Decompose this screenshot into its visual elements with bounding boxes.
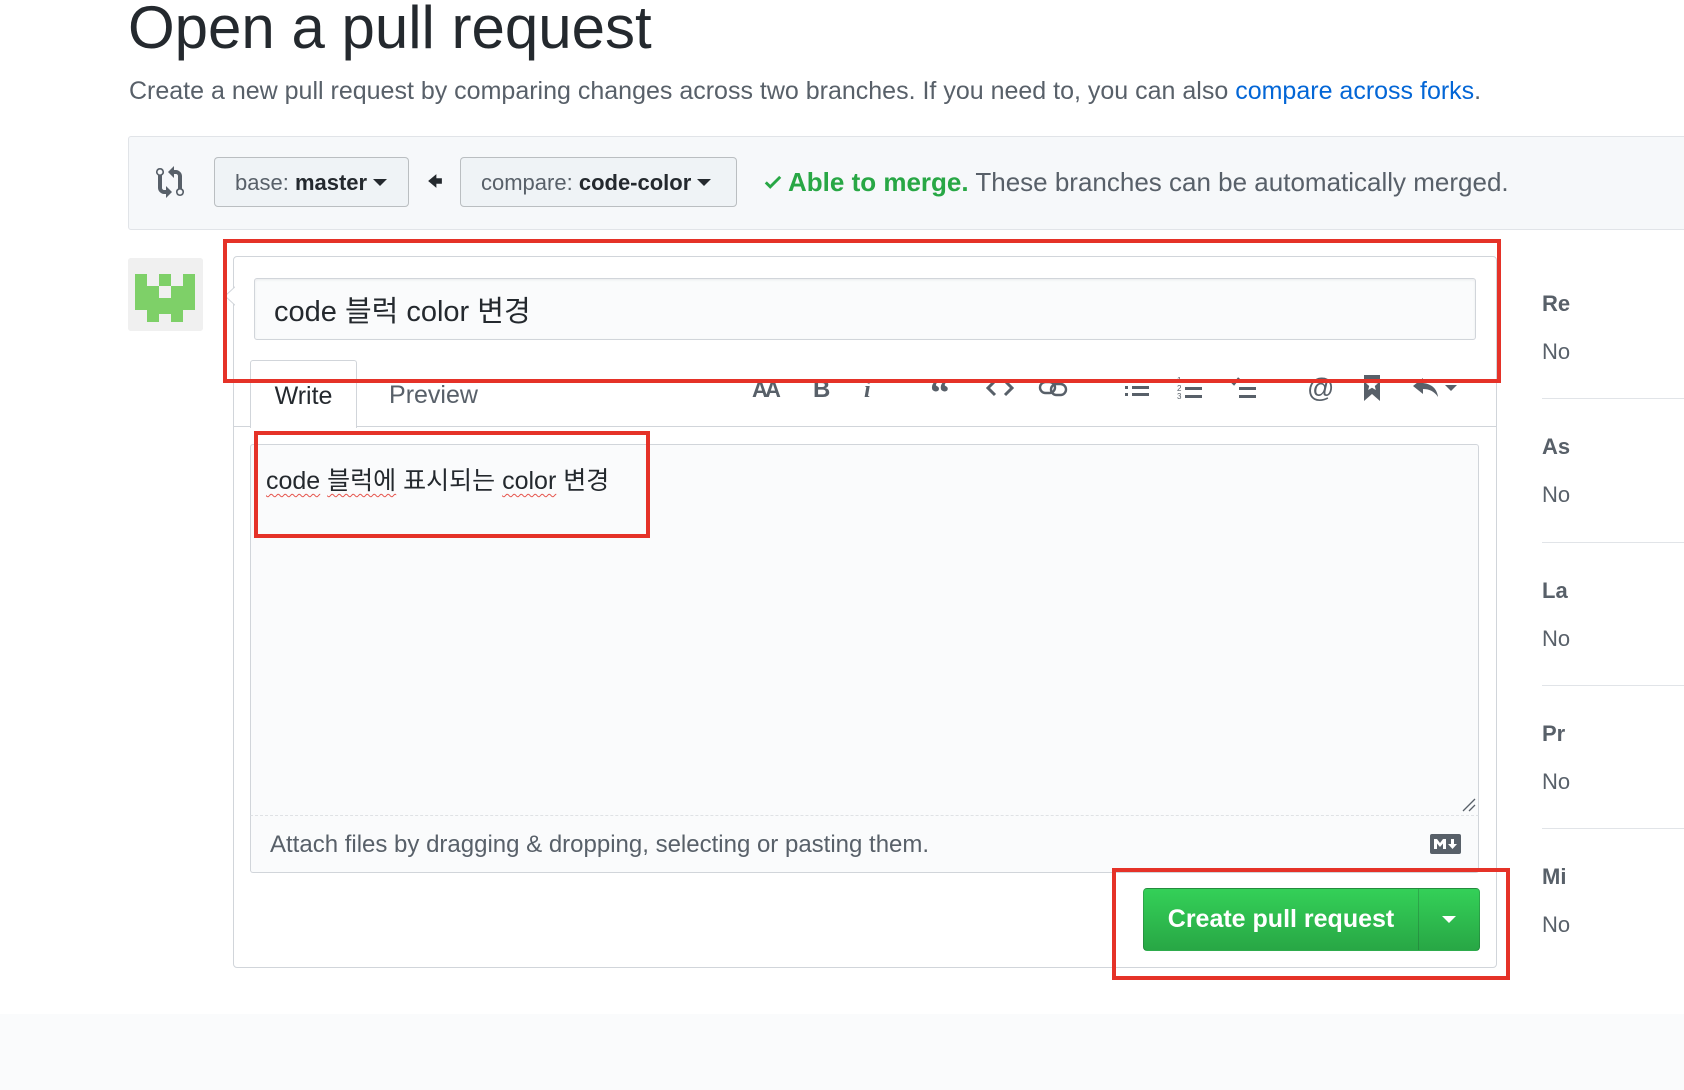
footer-strip	[0, 1014, 1684, 1090]
subtitle-text: Create a new pull request by comparing c…	[129, 77, 1236, 105]
merge-note-text: These branches can be automatically merg…	[968, 167, 1509, 197]
base-branch-button[interactable]: base: master	[214, 157, 409, 207]
compare-prefix: compare:	[481, 170, 579, 195]
page-title: Open a pull request	[128, 0, 652, 61]
base-prefix: base:	[235, 170, 295, 195]
arrow-left-icon	[428, 174, 442, 188]
compare-across-forks-link[interactable]: compare across forks	[1235, 77, 1474, 105]
sidebar-heading: As	[1542, 434, 1571, 459]
sidebar-divider	[1542, 398, 1684, 399]
git-compare-icon	[156, 166, 184, 198]
annotation-box-body	[254, 431, 650, 538]
svg-text:3: 3	[1177, 392, 1182, 400]
sidebar-reviewers[interactable]: Re No	[1542, 290, 1684, 366]
base-branch-name: master	[294, 170, 368, 195]
sidebar-labels[interactable]: La No	[1542, 577, 1684, 653]
caret-down-icon	[373, 179, 388, 187]
page-subtitle: Create a new pull request by comparing c…	[129, 76, 1481, 106]
compare-branch-button[interactable]: compare: code-color	[460, 157, 737, 207]
sidebar-heading: Mi	[1542, 864, 1567, 889]
sidebar-value: No	[1542, 482, 1571, 507]
sidebar-projects[interactable]: Pr No	[1542, 720, 1684, 796]
sidebar-heading: La	[1542, 578, 1568, 603]
sidebar-divider	[1542, 542, 1684, 543]
sidebar-divider	[1542, 828, 1684, 829]
annotation-box-title	[223, 239, 1501, 383]
attach-files-text: Attach files by dragging & dropping, sel…	[270, 831, 930, 858]
sidebar-heading: Re	[1542, 291, 1571, 316]
sidebar-value: No	[1542, 626, 1571, 651]
merge-status: Able to merge. These branches can be aut…	[762, 166, 1509, 198]
avatar	[128, 258, 203, 331]
sidebar-value: No	[1542, 339, 1571, 364]
merge-ok-text: Able to merge.	[788, 167, 969, 197]
compare-branch-name: code-color	[578, 170, 692, 195]
resize-grip-icon[interactable]	[1460, 796, 1476, 812]
check-icon	[764, 175, 782, 189]
sidebar-heading: Pr	[1542, 721, 1566, 746]
sidebar-value: No	[1542, 769, 1571, 794]
sidebar-divider	[1542, 685, 1684, 686]
subtitle-suffix: .	[1474, 77, 1482, 105]
markdown-icon[interactable]	[1430, 834, 1461, 854]
sidebar-value: No	[1542, 912, 1571, 937]
sidebar-milestone[interactable]: Mi No	[1542, 863, 1684, 939]
caret-down-icon	[697, 179, 712, 187]
annotation-box-submit	[1112, 868, 1510, 980]
sidebar-assignees[interactable]: As No	[1542, 433, 1684, 509]
